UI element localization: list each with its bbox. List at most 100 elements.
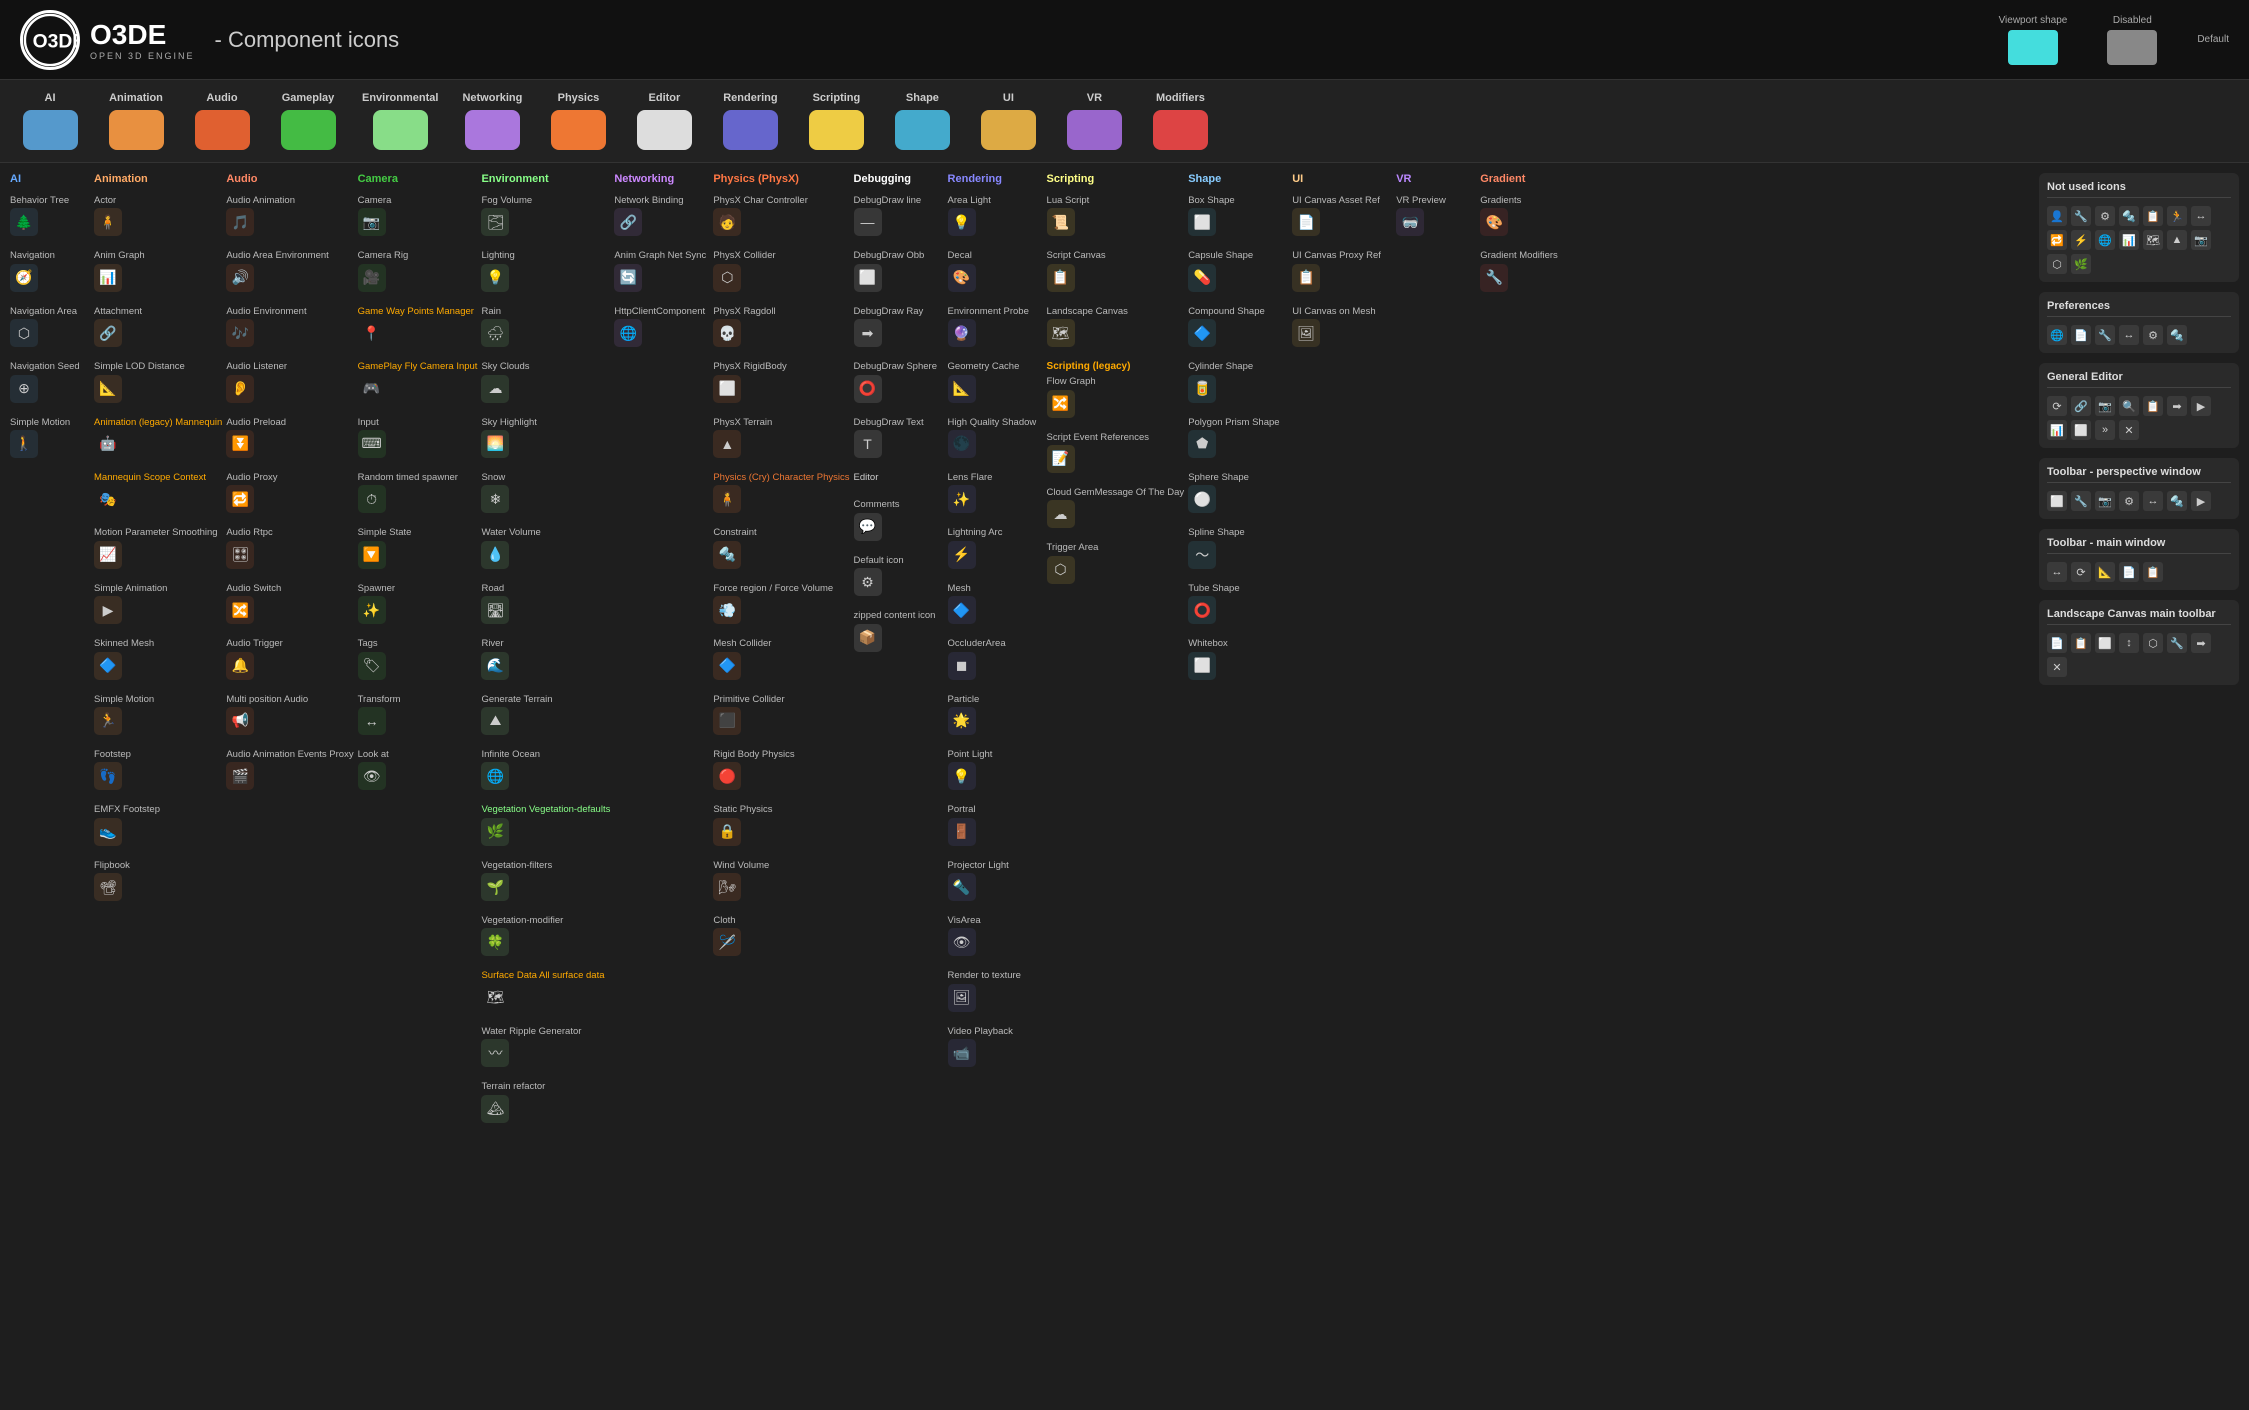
list-item: VR Preview 🥽 bbox=[1396, 195, 1476, 236]
list-item: Force region / Force Volume 💨 bbox=[713, 583, 849, 624]
category-card-rendering[interactable]: Rendering bbox=[710, 88, 790, 154]
ui-header: UI bbox=[1292, 173, 1392, 187]
particle-icon: 🌟 bbox=[948, 707, 976, 735]
landscape-canvas-section: Landscape Canvas main toolbar 📄 📋 ⬜ ↕ ⬡ … bbox=[2039, 600, 2239, 685]
category-color-box bbox=[895, 110, 950, 150]
category-card-audio[interactable]: Audio bbox=[182, 88, 262, 154]
page-title: - Component icons bbox=[215, 27, 400, 53]
header-right: Viewport shape Disabled Default bbox=[1999, 15, 2229, 65]
mannequin-icon: 🤖 bbox=[94, 430, 122, 458]
preferences-icons-grid: 🌐 📄 🔧 ↔ ⚙ 🔩 bbox=[2047, 325, 2231, 345]
list-item: Sky Clouds ☁ bbox=[481, 361, 610, 402]
category-color-box bbox=[809, 110, 864, 150]
physics-header: Physics (PhysX) bbox=[713, 173, 849, 187]
category-card-editor[interactable]: Editor bbox=[624, 88, 704, 154]
vis-area-icon: 👁 bbox=[948, 928, 976, 956]
category-label: Gameplay bbox=[282, 92, 335, 104]
sky-highlight-icon: 🌅 bbox=[481, 430, 509, 458]
road-icon: 🛣 bbox=[481, 596, 509, 624]
networking-column: Networking Network Binding 🔗 Anim Graph … bbox=[614, 173, 709, 1137]
list-item: Fog Volume 🌫 bbox=[481, 195, 610, 236]
vr-preview-icon: 🥽 bbox=[1396, 208, 1424, 236]
behavior-tree-icon: 🌲 bbox=[10, 208, 38, 236]
water-volume-icon: 💧 bbox=[481, 541, 509, 569]
networking-header: Networking bbox=[614, 173, 709, 187]
category-card-environmental[interactable]: Environmental bbox=[354, 88, 446, 154]
list-item: Trigger Area ⬡ bbox=[1047, 542, 1185, 583]
list-item: Behavior Tree 🌲 bbox=[10, 195, 90, 236]
list-item: Road 🛣 bbox=[481, 583, 610, 624]
small-icon: 📐 bbox=[2095, 562, 2115, 582]
list-item: Camera 📷 bbox=[358, 195, 478, 236]
list-item: High Quality Shadow 🌑 bbox=[948, 417, 1043, 458]
small-icon: ↔ bbox=[2119, 325, 2139, 345]
list-item: UI Canvas Asset Ref 📄 bbox=[1292, 195, 1392, 236]
list-item: DebugDraw Text T bbox=[854, 417, 944, 458]
toolbar-perspective-title: Toolbar - perspective window bbox=[2047, 466, 2231, 483]
category-card-scripting[interactable]: Scripting bbox=[796, 88, 876, 154]
small-icon: 🌐 bbox=[2047, 325, 2067, 345]
list-item: Navigation 🧭 bbox=[10, 250, 90, 291]
list-item: Footstep 👣 bbox=[94, 749, 222, 790]
list-item: Physics (Cry) Character Physics 🧍 bbox=[713, 472, 849, 513]
list-item: Input ⌨ bbox=[358, 417, 478, 458]
list-item: Sphere Shape ⚪ bbox=[1188, 472, 1288, 513]
actor-icon: 🧍 bbox=[94, 208, 122, 236]
trigger-area-icon: ⬡ bbox=[1047, 556, 1075, 584]
motion-param-icon: 📈 bbox=[94, 541, 122, 569]
list-item: PhysX RigidBody ⬜ bbox=[713, 361, 849, 402]
category-card-vr[interactable]: VR bbox=[1054, 88, 1134, 154]
category-card-shape[interactable]: Shape bbox=[882, 88, 962, 154]
small-icon: ↔ bbox=[2047, 562, 2067, 582]
default-section: Default bbox=[2197, 34, 2229, 45]
category-label: AI bbox=[45, 92, 56, 104]
general-editor-icons-grid: ⟳ 🔗 📷 🔍 📋 ➡ ▶ 📊 ⬜ » ✕ bbox=[2047, 396, 2231, 440]
category-card-modifiers[interactable]: Modifiers bbox=[1140, 88, 1220, 154]
list-item: UI Canvas on Mesh 🖼 bbox=[1292, 306, 1392, 347]
general-editor-section: General Editor ⟳ 🔗 📷 🔍 📋 ➡ ▶ 📊 ⬜ » ✕ bbox=[2039, 363, 2239, 448]
category-label: Physics bbox=[558, 92, 600, 104]
small-icon: 📷 bbox=[2095, 396, 2115, 416]
gradient-header: Gradient bbox=[1480, 173, 1570, 187]
audio-column: Audio Audio Animation 🎵 Audio Area Envir… bbox=[226, 173, 353, 1137]
category-color-box bbox=[1067, 110, 1122, 150]
list-item: Comments 💬 bbox=[854, 499, 944, 540]
compound-shape-icon: 🔷 bbox=[1188, 319, 1216, 347]
tags-icon: 🏷 bbox=[358, 652, 386, 680]
list-item: Constraint 🔩 bbox=[713, 527, 849, 568]
category-card-animation[interactable]: Animation bbox=[96, 88, 176, 154]
category-card-gameplay[interactable]: Gameplay bbox=[268, 88, 348, 154]
whitebox-icon: ⬜ bbox=[1188, 652, 1216, 680]
physx-rigidbody-icon: ⬜ bbox=[713, 375, 741, 403]
small-icon: 👤 bbox=[2047, 206, 2067, 226]
small-icon: ➡ bbox=[2167, 396, 2187, 416]
rendering-header: Rendering bbox=[948, 173, 1043, 187]
audio-rtpc-icon: 🎛 bbox=[226, 541, 254, 569]
vegetation-defaults-icon: 🌿 bbox=[481, 818, 509, 846]
category-card-networking[interactable]: Networking bbox=[452, 88, 532, 154]
categories-row: AI AnimationAudio Gameplay EnvironmentalNet… bbox=[0, 80, 2249, 163]
list-item: Geometry Cache 📐 bbox=[948, 361, 1043, 402]
small-icon: 📋 bbox=[2143, 206, 2163, 226]
list-item: Audio Rtpc 🎛 bbox=[226, 527, 353, 568]
rain-icon: 🌧 bbox=[481, 319, 509, 347]
capsule-shape-icon: 💊 bbox=[1188, 264, 1216, 292]
list-item: Landscape Canvas 🗺 bbox=[1047, 306, 1185, 347]
look-at-icon: 👁 bbox=[358, 762, 386, 790]
ui-canvas-asset-icon: 📄 bbox=[1292, 208, 1320, 236]
tube-shape-icon: ⭕ bbox=[1188, 596, 1216, 624]
list-item: Particle 🌟 bbox=[948, 694, 1043, 735]
cylinder-shape-icon: 🥫 bbox=[1188, 375, 1216, 403]
preferences-title: Preferences bbox=[2047, 300, 2231, 317]
category-card-ui[interactable]: UI bbox=[968, 88, 1048, 154]
small-icon: ✕ bbox=[2047, 657, 2067, 677]
list-item: Whitebox ⬜ bbox=[1188, 638, 1288, 679]
viewport-box-teal bbox=[2008, 30, 2058, 65]
list-item: Simple LOD Distance 📐 bbox=[94, 361, 222, 402]
water-ripple-icon: 〰 bbox=[481, 1039, 509, 1067]
category-card-physics[interactable]: Physics bbox=[538, 88, 618, 154]
environment-header: Environment bbox=[481, 173, 610, 187]
category-card-ai[interactable]: AI bbox=[10, 88, 90, 154]
portral-icon: 🚪 bbox=[948, 818, 976, 846]
list-item: Mannequin Scope Context 🎭 bbox=[94, 472, 222, 513]
